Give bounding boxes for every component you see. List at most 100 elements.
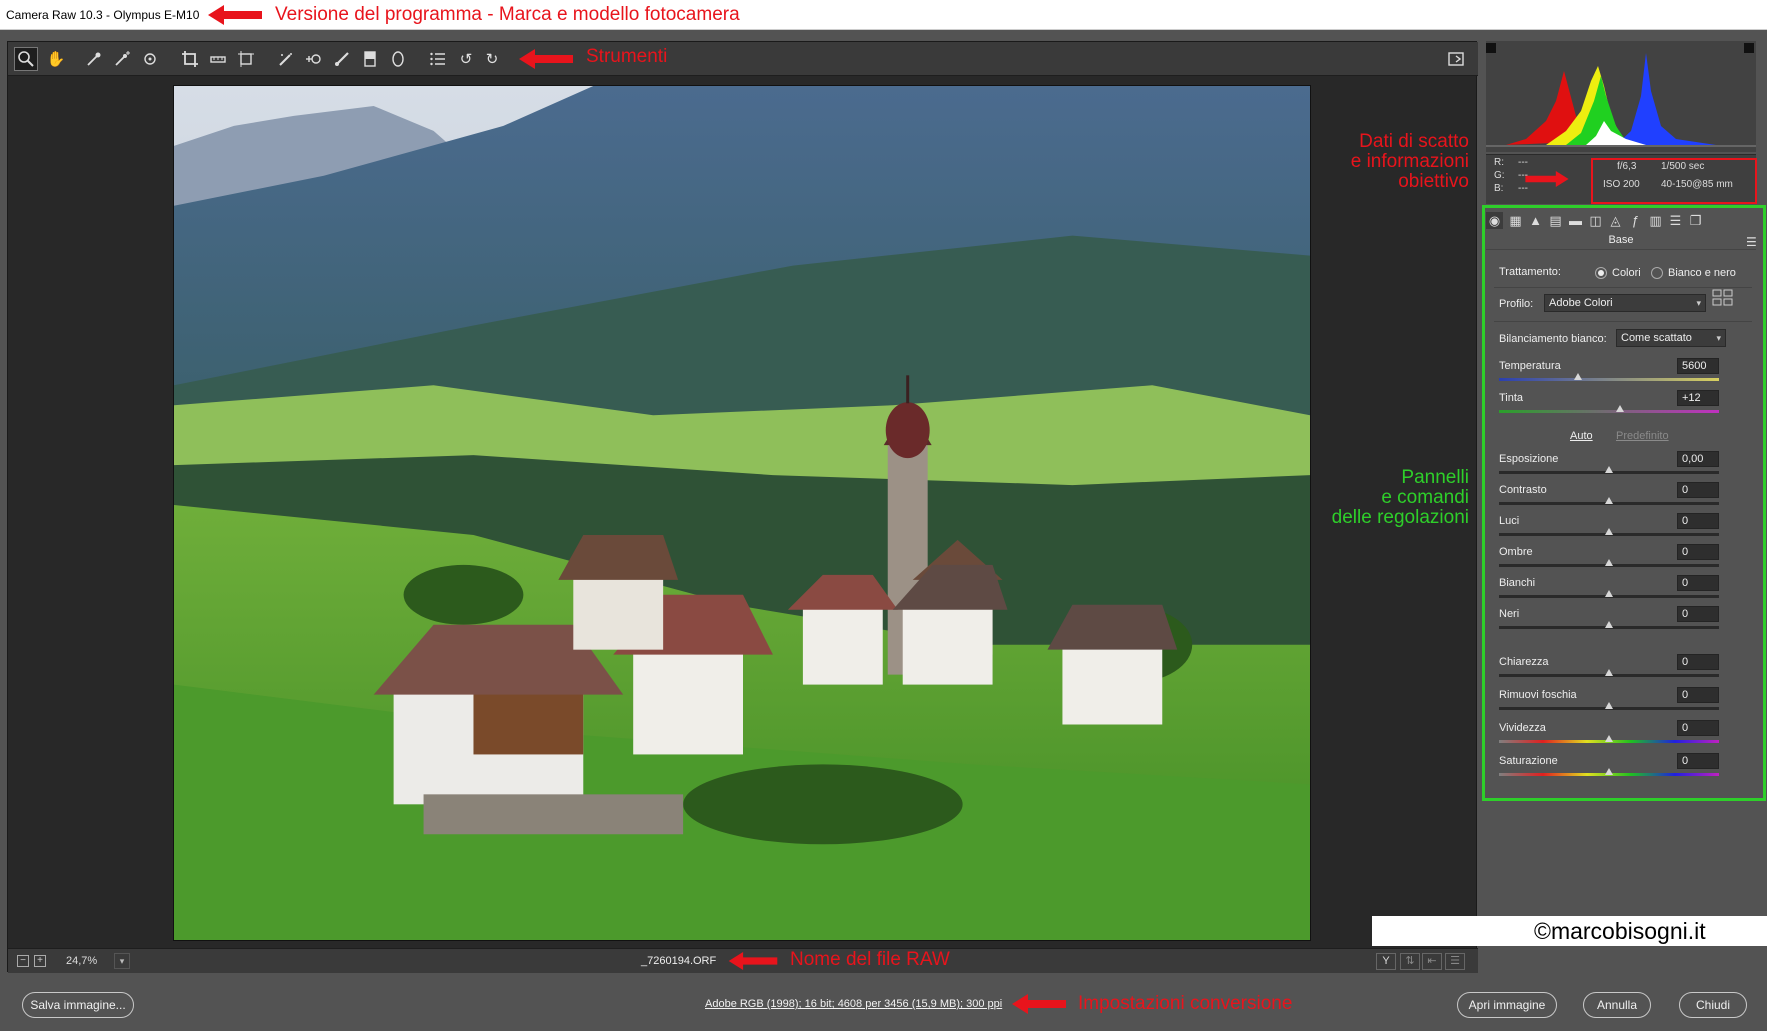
copy-settings-icon[interactable]: ⇤ xyxy=(1422,953,1442,970)
tab-basic-icon[interactable]: ◉ xyxy=(1486,212,1503,229)
crop-icon[interactable] xyxy=(178,47,202,71)
slider-value-input[interactable]: 0 xyxy=(1677,575,1719,591)
zoom-level: 24,7% xyxy=(66,955,98,967)
tab-presets-icon[interactable]: ☰ xyxy=(1667,212,1684,229)
slider-thumb[interactable] xyxy=(1605,590,1613,597)
slider-thumb[interactable] xyxy=(1605,497,1613,504)
annotation-shot-data-3: obiettivo xyxy=(1398,171,1469,192)
radial-filter-icon[interactable] xyxy=(386,47,410,71)
annotation-arrow-icon xyxy=(208,5,262,25)
slider-thumb[interactable] xyxy=(1605,702,1613,709)
title-bar: Camera Raw 10.3 - Olympus E-M10 Versione… xyxy=(0,0,1767,30)
slider-row: Tinta +12 xyxy=(1480,390,1760,420)
profile-value: Adobe Colori xyxy=(1549,297,1613,309)
tab-calibration-icon[interactable]: ▥ xyxy=(1647,212,1664,229)
white-balance-select[interactable]: Come scattato ▾ xyxy=(1616,329,1726,347)
white-balance-label: Bilanciamento bianco: xyxy=(1499,333,1607,345)
preferences-icon[interactable] xyxy=(426,47,450,71)
tab-lens-icon[interactable]: ◫ xyxy=(1587,212,1604,229)
preview-area: ✋ ↺ ↻ Strumenti − + 24,7% ▾ _7260194.ORF… xyxy=(7,41,1478,973)
done-button[interactable]: Chiudi xyxy=(1679,992,1747,1018)
slider-track[interactable] xyxy=(1499,378,1719,381)
straighten-icon[interactable] xyxy=(206,47,230,71)
treatment-color-radio[interactable] xyxy=(1595,267,1607,279)
default-link[interactable]: Predefinito xyxy=(1616,430,1669,442)
color-sampler-icon[interactable] xyxy=(110,47,134,71)
slider-row: Luci 0 xyxy=(1480,513,1760,543)
hand-icon[interactable]: ✋ xyxy=(44,47,68,71)
red-eye-icon[interactable] xyxy=(302,47,326,71)
conversion-settings-link[interactable]: Adobe RGB (1998); 16 bit; 4608 per 3456 … xyxy=(705,998,1002,1010)
tab-detail-icon[interactable]: ▲ xyxy=(1527,212,1544,229)
annotation-panels-1: Pannelli xyxy=(1401,467,1469,488)
chevron-down-icon: ▾ xyxy=(1716,333,1721,343)
slider-thumb[interactable] xyxy=(1574,373,1583,380)
slider-value-input[interactable]: +12 xyxy=(1677,390,1719,406)
profile-label: Profilo: xyxy=(1499,298,1534,310)
tab-hsl-icon[interactable]: ▤ xyxy=(1547,212,1564,229)
window-title: Camera Raw 10.3 - Olympus E-M10 xyxy=(6,8,200,22)
toggle-settings-icon[interactable]: ☰ xyxy=(1445,953,1465,970)
tab-tone-curve-icon[interactable]: ▦ xyxy=(1507,212,1524,229)
rotate-left-icon[interactable]: ↺ xyxy=(454,47,478,71)
slider-value-input[interactable]: 0 xyxy=(1677,482,1719,498)
slider-value-input[interactable]: 0 xyxy=(1677,753,1719,769)
slider-track[interactable] xyxy=(1499,410,1719,413)
slider-value-input[interactable]: 0 xyxy=(1677,606,1719,622)
swap-settings-icon[interactable]: ⇅ xyxy=(1400,953,1420,970)
panel-menu-icon[interactable]: ☰ xyxy=(1746,235,1757,249)
slider-value-input[interactable]: 0 xyxy=(1677,720,1719,736)
open-image-button[interactable]: Apri immagine xyxy=(1457,992,1557,1018)
slider-thumb[interactable] xyxy=(1605,768,1613,775)
slider-label: Contrasto xyxy=(1499,484,1547,496)
fullscreen-icon[interactable] xyxy=(1444,47,1468,71)
slider-label: Saturazione xyxy=(1499,755,1558,767)
slider-thumb[interactable] xyxy=(1605,621,1613,628)
right-panel: R: --- G: --- B: --- f/6,3 1/500 sec ISO… xyxy=(1480,41,1767,972)
targeted-adjust-icon[interactable] xyxy=(138,47,162,71)
spot-removal-icon[interactable] xyxy=(274,47,298,71)
slider-thumb[interactable] xyxy=(1605,466,1613,473)
auto-link[interactable]: Auto xyxy=(1570,430,1593,442)
graduated-filter-icon[interactable] xyxy=(358,47,382,71)
treatment-label: Trattamento: xyxy=(1499,266,1561,278)
slider-label: Luci xyxy=(1499,515,1520,527)
annotation-version: Versione del programma - Marca e modello… xyxy=(275,4,740,25)
before-after-button[interactable]: Y xyxy=(1376,953,1396,970)
r-value: --- xyxy=(1518,157,1528,168)
slider-thumb[interactable] xyxy=(1605,735,1613,742)
divider xyxy=(1494,321,1752,322)
brush-icon[interactable] xyxy=(330,47,354,71)
slider-thumb[interactable] xyxy=(1605,669,1613,676)
zoom-dropdown[interactable]: ▾ xyxy=(114,953,130,969)
profile-browser-icon[interactable] xyxy=(1712,289,1734,307)
slider-thumb[interactable] xyxy=(1605,559,1613,566)
slider-value-input[interactable]: 0 xyxy=(1677,544,1719,560)
slider-value-input[interactable]: 0,00 xyxy=(1677,451,1719,467)
zoom-in-button[interactable]: + xyxy=(34,955,46,967)
annotation-arrow-icon xyxy=(726,952,780,970)
tab-effects-icon[interactable]: ƒ xyxy=(1627,212,1644,229)
zoom-icon[interactable] xyxy=(14,47,38,71)
eyedropper-icon[interactable] xyxy=(82,47,106,71)
photo-preview[interactable] xyxy=(173,85,1311,941)
tab-snapshots-icon[interactable]: ❐ xyxy=(1687,212,1704,229)
cancel-button[interactable]: Annulla xyxy=(1583,992,1651,1018)
zoom-out-button[interactable]: − xyxy=(17,955,29,967)
slider-value-input[interactable]: 5600 xyxy=(1677,358,1719,374)
slider-value-input[interactable]: 0 xyxy=(1677,687,1719,703)
bottom-bar: Salva immagine... Adobe RGB (1998); 16 b… xyxy=(0,980,1767,1031)
slider-row: Ombre 0 xyxy=(1480,544,1760,574)
save-image-button[interactable]: Salva immagine... xyxy=(22,992,134,1018)
transform-icon[interactable] xyxy=(234,47,258,71)
slider-thumb[interactable] xyxy=(1616,405,1624,412)
profile-select[interactable]: Adobe Colori ▾ xyxy=(1544,294,1706,312)
slider-value-input[interactable]: 0 xyxy=(1677,654,1719,670)
slider-value-input[interactable]: 0 xyxy=(1677,513,1719,529)
rotate-right-icon[interactable]: ↻ xyxy=(480,47,504,71)
slider-row: Bianchi 0 xyxy=(1480,575,1760,605)
treatment-bw-radio[interactable] xyxy=(1651,267,1663,279)
tab-transform-icon[interactable]: ◬ xyxy=(1607,212,1624,229)
tab-split-toning-icon[interactable]: ▬ xyxy=(1567,212,1584,229)
slider-thumb[interactable] xyxy=(1605,528,1613,535)
